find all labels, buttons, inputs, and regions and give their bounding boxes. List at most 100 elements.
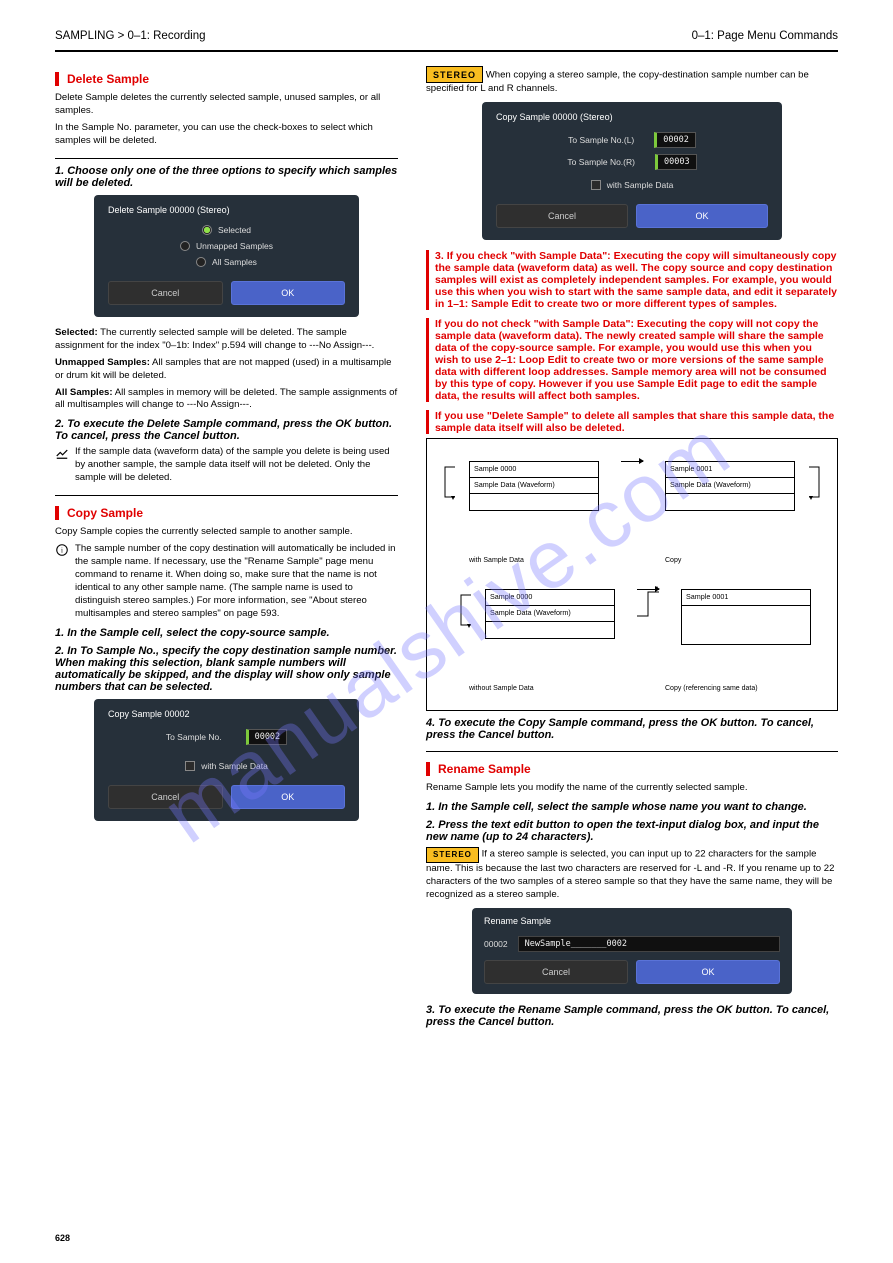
stereo-badge: STEREO <box>426 66 483 83</box>
heading-copy-sample: Copy Sample <box>55 506 398 520</box>
step-3b-head: If you do not check "with Sample Data": … <box>426 318 838 402</box>
svg-text:i: i <box>61 546 63 554</box>
label-unmapped: Unmapped Samples: <box>55 357 150 368</box>
label-to-r: To Sample No.(R) <box>567 157 635 167</box>
cancel-button[interactable]: Cancel <box>108 281 223 305</box>
diag-cell-empty <box>470 494 598 510</box>
radio-dot-icon <box>180 241 190 251</box>
diag-label-l1: with Sample Data <box>469 557 599 565</box>
stereo-badge: STEREO <box>426 847 479 863</box>
subhead-cs-2: 2. In To Sample No., specify the copy de… <box>55 645 398 693</box>
note-icon <box>55 446 69 463</box>
ok-button[interactable]: OK <box>231 281 346 305</box>
dialog-copy-sample: Copy Sample 00002 To Sample No. 00002 wi… <box>94 699 359 821</box>
dialog-copy-sample-stereo: Copy Sample 00000 (Stereo) To Sample No.… <box>482 102 782 240</box>
cancel-button[interactable]: Cancel <box>496 204 628 228</box>
p-stereo: When copying a stereo sample, the copy-d… <box>426 70 809 95</box>
diag-cell-empty <box>486 622 614 638</box>
step-3-head: 3. If you check "with Sample Data": Exec… <box>426 250 838 310</box>
shared-ref-arrow-icon <box>637 590 659 620</box>
heading-delete-sample: Delete Sample <box>55 72 398 86</box>
dlg-title: Delete Sample 00000 (Stereo) <box>108 205 345 215</box>
dlg-title: Copy Sample 00000 (Stereo) <box>496 112 768 122</box>
subhead-rs-1: 1. In the Sample cell, select the sample… <box>426 801 838 813</box>
diag-cell-title: Sample 0001 <box>682 590 810 606</box>
diag-cell-empty <box>682 606 810 644</box>
diagram-dst-2: Sample 0001 <box>681 589 811 645</box>
arrow-icon <box>453 589 463 671</box>
arrow-icon <box>637 589 659 590</box>
subhead-exec: 4. To execute the Copy Sample command, p… <box>426 717 838 741</box>
dlg-title: Rename Sample <box>484 916 780 926</box>
subhead-rs-3: 3. To execute the Rename Sample command,… <box>426 1004 838 1028</box>
ok-button[interactable]: OK <box>636 960 780 984</box>
left-column: Delete Sample Delete Sample deletes the … <box>55 62 398 1032</box>
subhead-2: 2. To execute the Delete Sample command,… <box>55 418 398 442</box>
diag-cell-title: Sample 0000 <box>470 462 598 478</box>
p-stereo-2: If a stereo sample is selected, you can … <box>426 849 834 900</box>
p-ds-2: In the Sample No. parameter, you can use… <box>55 122 398 148</box>
subhead-cs-1: 1. In the Sample cell, select the copy-s… <box>55 627 398 639</box>
radio-label: All Samples <box>212 257 257 267</box>
diag-cell-empty <box>666 494 794 510</box>
diag-cell-data: Sample Data (Waveform) <box>486 606 614 622</box>
top-rule <box>55 50 838 52</box>
p-ds-1: Delete Sample deletes the currently sele… <box>55 92 398 118</box>
radio-label: Selected <box>218 225 251 235</box>
ok-button[interactable]: OK <box>231 785 346 809</box>
subhead-rs-2: 2. Press the text edit button to open th… <box>426 819 838 843</box>
arrow-icon <box>621 461 643 462</box>
checkbox-with-data[interactable] <box>591 180 601 190</box>
note-icon: i <box>55 543 69 560</box>
header-left: SAMPLING > 0–1: Recording <box>55 30 206 42</box>
page-number: 628 <box>55 1233 70 1243</box>
rename-input[interactable]: NewSample_______0002 <box>518 936 780 952</box>
dialog-rename-sample: Rename Sample 00002 NewSample_______0002… <box>472 908 792 994</box>
diagram-src-2: Sample 0000 Sample Data (Waveform) <box>485 589 615 639</box>
to-sample-r-input[interactable]: 00003 <box>655 154 697 170</box>
label-to-sample: To Sample No. <box>166 732 222 742</box>
copy-diagram: Sample 0000 Sample Data (Waveform) Sampl… <box>426 438 838 711</box>
diag-cell-data: Sample Data (Waveform) <box>666 478 794 494</box>
p-selected: The currently selected sample will be de… <box>55 327 374 351</box>
radio-dot-icon <box>196 257 206 267</box>
arrow-icon <box>437 461 447 543</box>
arrow-icon <box>817 461 827 543</box>
p-rs-1: Rename Sample lets you modify the name o… <box>426 782 838 795</box>
note-text-1: If the sample data (waveform data) of th… <box>75 446 398 485</box>
label-with-data: with Sample Data <box>201 761 268 771</box>
rule <box>426 751 838 752</box>
radio-unmapped[interactable]: Unmapped Samples <box>180 241 273 251</box>
dialog-delete-sample: Delete Sample 00000 (Stereo) Selected Un… <box>94 195 359 317</box>
rule <box>55 495 398 496</box>
diag-label-l2: without Sample Data <box>469 685 599 693</box>
diag-cell-title: Sample 0001 <box>666 462 794 478</box>
diag-cell-data: Sample Data (Waveform) <box>470 478 598 494</box>
right-column: STEREO When copying a stereo sample, the… <box>426 62 838 1032</box>
sample-num: 00002 <box>484 939 508 949</box>
checkbox-with-data[interactable] <box>185 761 195 771</box>
cancel-button[interactable]: Cancel <box>108 785 223 809</box>
dlg-title: Copy Sample 00002 <box>108 709 345 719</box>
label-all: All Samples: <box>55 387 113 398</box>
diag-cell-title: Sample 0000 <box>486 590 614 606</box>
step-3c-head: If you use "Delete Sample" to delete all… <box>426 410 838 434</box>
diag-label-r1: Copy <box>665 557 795 565</box>
radio-all[interactable]: All Samples <box>196 257 257 267</box>
radio-label: Unmapped Samples <box>196 241 273 251</box>
to-sample-l-input[interactable]: 00002 <box>654 132 696 148</box>
rule <box>55 158 398 159</box>
label-selected: Selected: <box>55 327 98 338</box>
to-sample-input[interactable]: 00002 <box>246 729 288 745</box>
diagram-src-1: Sample 0000 Sample Data (Waveform) <box>469 461 599 511</box>
cancel-button[interactable]: Cancel <box>484 960 628 984</box>
note-text-2: The sample number of the copy destinatio… <box>75 543 398 621</box>
p-cs-1: Copy Sample copies the currently selecte… <box>55 526 398 539</box>
header-right: 0–1: Page Menu Commands <box>692 30 838 42</box>
label-with-data: with Sample Data <box>607 180 674 190</box>
label-to-l: To Sample No.(L) <box>568 135 634 145</box>
subhead-1: 1. Choose only one of the three options … <box>55 165 398 189</box>
radio-selected[interactable]: Selected <box>202 225 251 235</box>
ok-button[interactable]: OK <box>636 204 768 228</box>
radio-dot-icon <box>202 225 212 235</box>
